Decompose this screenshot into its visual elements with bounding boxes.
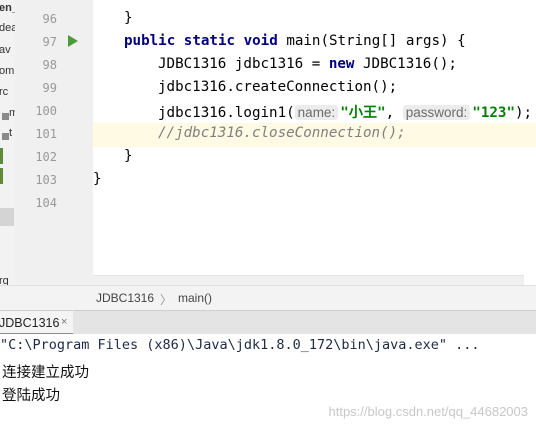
breadcrumb-method[interactable]: main() — [178, 291, 212, 305]
editor-gutter: 96 97 98 99 100 101 102 103 104 — [15, 0, 106, 285]
selected-item-highlight — [0, 208, 14, 226]
run-console[interactable]: "C:\Program Files (x86)\Java\jdk1.8.0_17… — [0, 334, 536, 433]
run-tab-bar: JDBC1316 × — [0, 310, 536, 335]
code-line-103[interactable]: } — [93, 171, 102, 187]
project-item[interactable]: t — [9, 127, 12, 139]
close-icon[interactable]: × — [61, 316, 67, 328]
line-number: 98 — [42, 58, 57, 72]
code-line-102[interactable]: } — [124, 148, 133, 164]
change-marker — [0, 168, 3, 184]
code-area[interactable]: } public static void main(String[] args)… — [93, 0, 536, 285]
param-hint-password: password: — [402, 105, 471, 120]
run-tab-label: JDBC1316 — [0, 316, 60, 330]
line-number: 100 — [35, 104, 57, 118]
code-line-100[interactable]: jdbc1316.login1(name: "小王", password: "123… — [158, 102, 532, 122]
line-number: 99 — [42, 81, 57, 95]
project-panel[interactable]: en_ dea av om rc m t rg na — [0, 0, 15, 310]
run-tab[interactable]: JDBC1316 × — [0, 311, 73, 335]
breadcrumb-separator: 〉 — [160, 293, 173, 307]
line-number: 104 — [35, 196, 57, 210]
project-item[interactable]: dea — [0, 22, 15, 34]
code-line-101[interactable]: //jdbc1316.closeConnection(); — [158, 125, 406, 141]
file-icon — [2, 113, 9, 120]
console-output-line: 登陆成功 — [2, 388, 60, 404]
code-line-98[interactable]: JDBC1316 jdbc1316 = new JDBC1316(); — [158, 56, 457, 72]
breadcrumb: JDBC1316 〉 main() — [0, 285, 536, 311]
console-command[interactable]: "C:\Program Files (x86)\Java\jdk1.8.0_17… — [0, 337, 480, 353]
project-item[interactable]: en_ — [0, 2, 15, 14]
param-hint-name: name: — [294, 105, 339, 120]
console-output-line: 连接建立成功 — [2, 365, 89, 381]
line-number: 101 — [35, 127, 57, 141]
code-line-96[interactable]: } — [124, 10, 133, 26]
line-number: 102 — [35, 150, 57, 164]
project-item[interactable]: rc — [0, 86, 8, 98]
project-item[interactable]: om — [0, 65, 14, 77]
run-gutter-icon[interactable] — [68, 35, 78, 47]
line-number: 96 — [42, 12, 57, 26]
code-line-97[interactable]: public static void main(String[] args) { — [124, 33, 466, 49]
file-icon — [2, 133, 9, 140]
project-item[interactable]: av — [0, 44, 11, 56]
code-line-99[interactable]: jdbc1316.createConnection(); — [158, 79, 397, 95]
line-number: 103 — [35, 173, 57, 187]
change-marker — [0, 148, 3, 164]
breadcrumb-class[interactable]: JDBC1316 — [96, 291, 154, 305]
watermark: https://blog.csdn.net/qq_44682003 — [328, 404, 529, 419]
line-number: 97 — [42, 35, 57, 49]
